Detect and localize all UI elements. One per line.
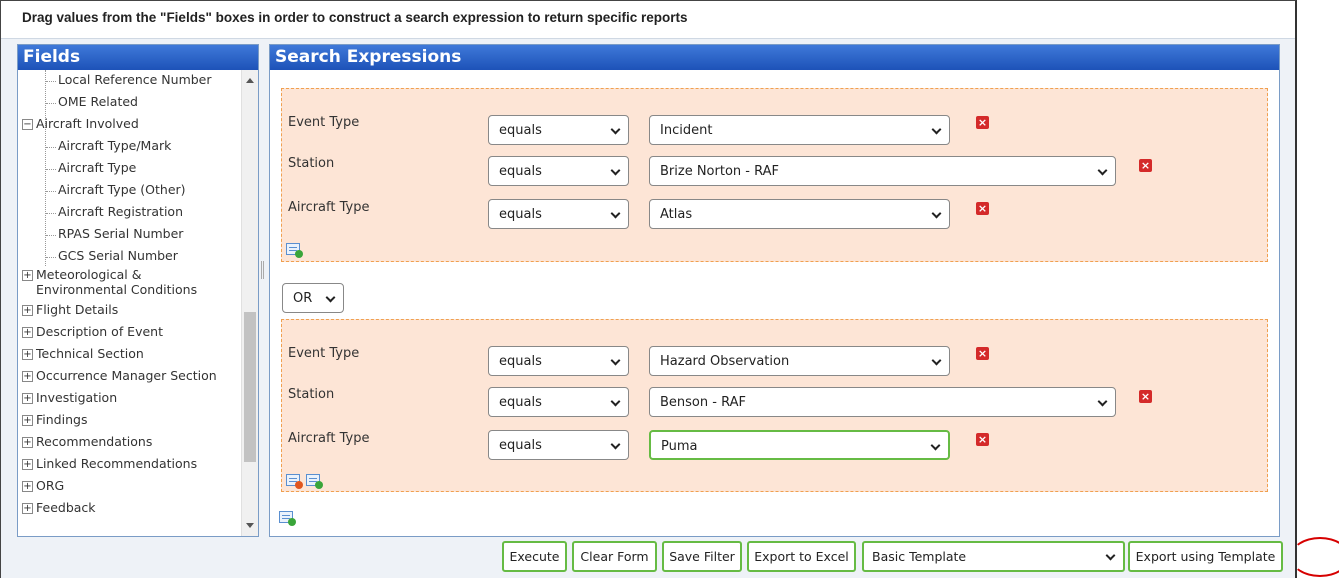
expand-icon[interactable]: + (22, 459, 33, 470)
fields-panel: Fields Local Reference Number OME Relate… (17, 44, 259, 537)
tree-item-aircraft-involved[interactable]: − Aircraft Involved (22, 116, 139, 131)
chevron-down-icon (610, 396, 621, 407)
tree-item-technical-section[interactable]: + Technical Section (22, 346, 144, 361)
tree-item-aircraft-type-other[interactable]: Aircraft Type (Other) (46, 182, 186, 197)
chevron-down-icon (610, 208, 621, 219)
value-select[interactable]: Atlas (649, 199, 950, 229)
fields-scrollbar[interactable] (241, 70, 258, 536)
delete-row-icon[interactable]: × (1139, 159, 1152, 172)
operator-select[interactable]: equals (488, 199, 629, 229)
expand-icon[interactable]: + (22, 305, 33, 316)
tree-item-rpas-serial-number[interactable]: RPAS Serial Number (45, 226, 183, 241)
export-using-template-button[interactable]: Export using Template (1128, 541, 1283, 572)
chevron-down-icon (610, 124, 621, 135)
delete-row-icon[interactable]: × (1139, 390, 1152, 403)
tree-item-meteorological[interactable]: + Meteorological & Environmental Conditi… (22, 267, 232, 297)
tree-item-aircraft-type[interactable]: Aircraft Type (45, 160, 136, 175)
tree-item-aircraft-type-mark[interactable]: Aircraft Type/Mark (45, 138, 171, 153)
operator-select[interactable]: equals (488, 346, 629, 376)
chevron-down-icon (931, 208, 942, 219)
collapse-icon[interactable]: − (22, 119, 33, 130)
operator-select[interactable]: equals (488, 387, 629, 417)
expand-icon[interactable]: + (22, 481, 33, 492)
tree-item-investigation[interactable]: + Investigation (22, 390, 117, 405)
tree-item-local-reference-number[interactable]: Local Reference Number (46, 72, 212, 87)
chevron-down-icon (610, 165, 621, 176)
row-field-label: Station (288, 156, 335, 171)
execute-button[interactable]: Execute (502, 541, 567, 572)
value-select[interactable]: Hazard Observation (649, 346, 950, 376)
export-to-excel-button[interactable]: Export to Excel (747, 541, 856, 572)
operator-select[interactable]: equals (488, 115, 629, 145)
tree-item-ome-related[interactable]: OME Related (46, 94, 138, 109)
chevron-down-icon (1105, 550, 1116, 561)
row-field-label: Event Type (288, 346, 360, 361)
chevron-down-icon (931, 355, 942, 366)
fields-tree: Local Reference Number OME Related − Air… (18, 70, 258, 536)
panel-splitter-handle[interactable] (261, 261, 264, 279)
tree-item-gcs-serial-number[interactable]: GCS Serial Number (46, 248, 178, 263)
scroll-thumb[interactable] (244, 312, 256, 462)
expand-icon[interactable]: + (22, 349, 33, 360)
tree-item-org[interactable]: + ORG (22, 478, 64, 493)
tree-item-recommendations[interactable]: + Recommendations (22, 434, 152, 449)
operator-select[interactable]: equals (488, 156, 629, 186)
annotation-circle (1290, 537, 1339, 577)
search-panel-title: Search Expressions (270, 45, 1279, 70)
chevron-down-icon (1097, 165, 1108, 176)
row-field-label: Event Type (288, 115, 360, 130)
tree-item-description-of-event[interactable]: + Description of Event (22, 324, 163, 339)
expand-icon[interactable]: + (22, 437, 33, 448)
add-group-icon[interactable] (279, 511, 296, 526)
delete-row-icon[interactable]: × (976, 433, 989, 446)
tree-item-findings[interactable]: + Findings (22, 412, 87, 427)
chevron-down-icon (930, 440, 941, 451)
expression-group-1: Event Type equals Incident × Station equ… (281, 88, 1268, 262)
tree-item-occurrence-manager-section[interactable]: + Occurrence Manager Section (22, 368, 217, 383)
delete-row-icon[interactable]: × (976, 116, 989, 129)
chevron-down-icon (325, 292, 336, 303)
chevron-down-icon (610, 439, 621, 450)
add-condition-icon[interactable] (286, 243, 303, 258)
tree-item-aircraft-registration[interactable]: Aircraft Registration (46, 204, 183, 219)
save-filter-button[interactable]: Save Filter (662, 541, 742, 572)
expand-icon[interactable]: + (22, 270, 33, 281)
expand-icon[interactable]: + (22, 393, 33, 404)
delete-row-icon[interactable]: × (976, 347, 989, 360)
fields-panel-title: Fields (18, 45, 258, 70)
chevron-down-icon (931, 124, 942, 135)
add-condition-icon[interactable] (306, 474, 323, 489)
clear-form-button[interactable]: Clear Form (572, 541, 657, 572)
group-connector-select[interactable]: OR (282, 283, 344, 313)
operator-select[interactable]: equals (488, 430, 629, 460)
value-select[interactable]: Incident (649, 115, 950, 145)
expand-icon[interactable]: + (22, 415, 33, 426)
expression-group-2: Event Type equals Hazard Observation × S… (281, 319, 1268, 492)
chevron-down-icon (610, 355, 621, 366)
expand-icon[interactable]: + (22, 503, 33, 514)
value-select[interactable]: Puma (649, 430, 950, 460)
expand-icon[interactable]: + (22, 327, 33, 338)
chevron-down-icon (1097, 396, 1108, 407)
scroll-up-icon[interactable] (246, 78, 254, 83)
value-select[interactable]: Benson - RAF (649, 387, 1116, 417)
tree-item-linked-recommendations[interactable]: + Linked Recommendations (22, 456, 197, 471)
delete-row-icon[interactable]: × (976, 202, 989, 215)
value-select[interactable]: Brize Norton - RAF (649, 156, 1116, 186)
search-expressions-panel: Search Expressions Event Type equals Inc… (269, 44, 1280, 537)
work-area: Fields Local Reference Number OME Relate… (0, 38, 1297, 578)
template-select[interactable]: Basic Template (862, 541, 1125, 572)
remove-condition-icon[interactable] (286, 474, 303, 489)
row-field-label: Aircraft Type (288, 431, 370, 446)
expand-icon[interactable]: + (22, 371, 33, 382)
instruction-text: Drag values from the "Fields" boxes in o… (0, 0, 1297, 38)
tree-item-feedback[interactable]: + Feedback (22, 500, 96, 515)
row-field-label: Station (288, 387, 335, 402)
scroll-down-icon[interactable] (246, 523, 254, 528)
row-field-label: Aircraft Type (288, 200, 370, 215)
tree-item-flight-details[interactable]: + Flight Details (22, 302, 118, 317)
